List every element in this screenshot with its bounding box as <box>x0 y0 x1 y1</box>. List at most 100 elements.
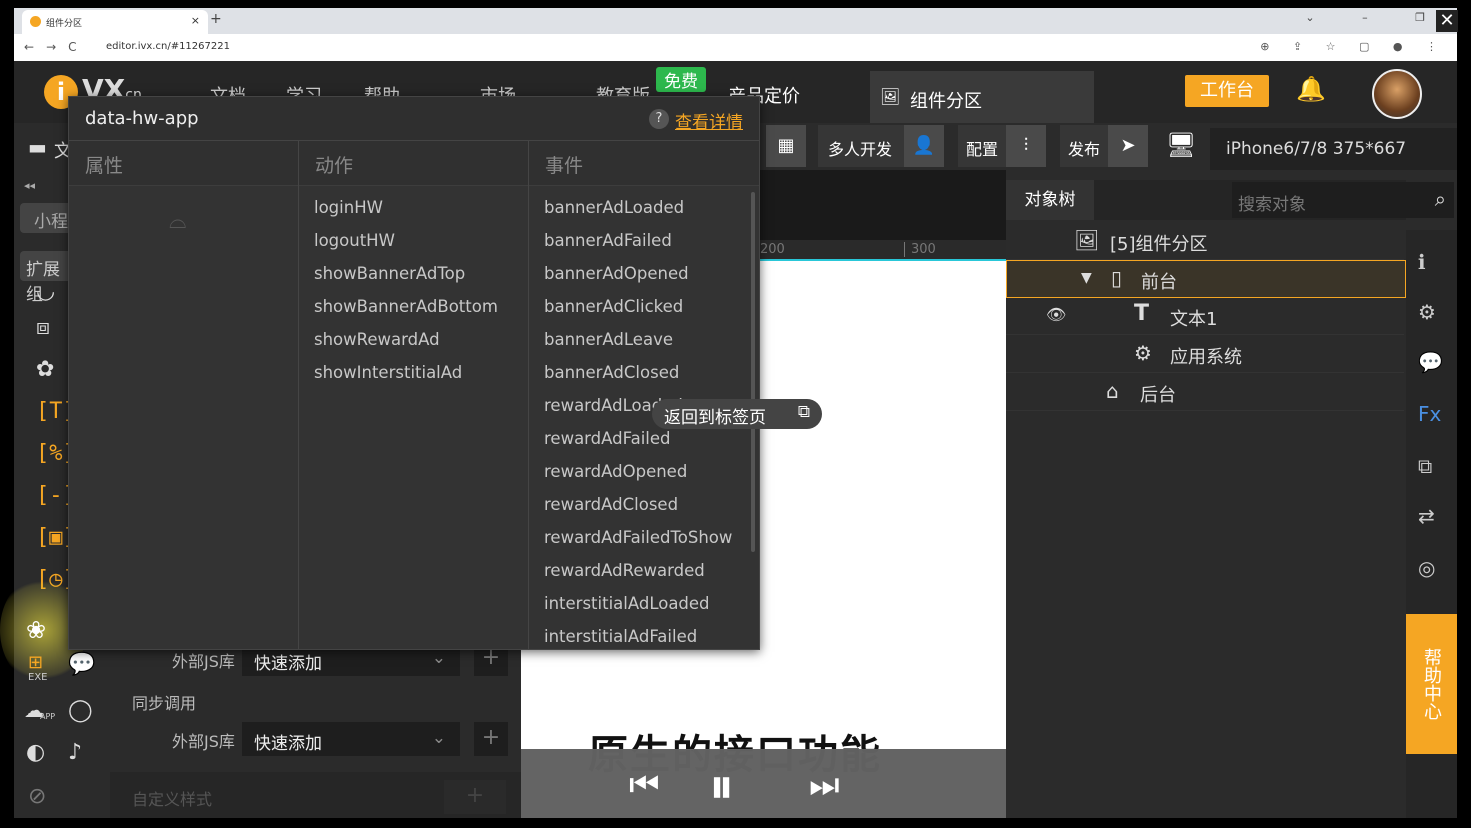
info-icon[interactable]: ℹ <box>1418 250 1426 274</box>
pause-icon[interactable]: ⏸ <box>709 757 734 816</box>
video-player-controls: ⏮ ⏸ ⏭ <box>521 749 1006 818</box>
compass-icon[interactable]: ⊘ <box>28 784 46 809</box>
col-header-actions: 动作 <box>299 141 528 186</box>
chat-icon[interactable]: 💬 <box>1418 350 1443 374</box>
new-tab-button[interactable]: + <box>210 11 222 27</box>
send-icon: ➤ <box>1108 125 1148 167</box>
function-icon[interactable]: Fx <box>1418 402 1441 426</box>
event-item[interactable]: bannerAdFailed <box>544 231 672 250</box>
tab-object-tree[interactable]: 对象树 <box>1006 180 1094 220</box>
event-item[interactable]: rewardAdFailedToShow <box>544 528 732 547</box>
multi-dev-label: 多人开发 <box>828 140 893 159</box>
extension-tab[interactable]: 扩展组 <box>20 251 72 305</box>
avatar[interactable] <box>1372 69 1422 119</box>
event-item[interactable]: bannerAdClicked <box>544 297 683 316</box>
event-item[interactable]: bannerAdLoaded <box>544 198 684 217</box>
forward-icon[interactable]: → <box>46 40 68 54</box>
config-button[interactable]: 配置 ⫶ <box>958 125 1046 167</box>
help-center-button[interactable]: 帮助中心 <box>1406 614 1457 754</box>
windows-icon[interactable]: ⊞ <box>28 652 43 673</box>
action-item[interactable]: logoutHW <box>314 231 395 250</box>
chat-bubble-icon[interactable]: ◯ <box>68 698 93 723</box>
qrcode-icon: ▦ <box>766 125 806 167</box>
mini-program-tab[interactable]: 小程 <box>20 203 72 233</box>
event-item[interactable]: bannerAdClosed <box>544 363 679 382</box>
workbench-button[interactable]: 工作台 <box>1185 75 1269 107</box>
tiktok-icon[interactable]: ♪ <box>68 740 82 765</box>
device-select[interactable]: iPhone6/7/8 375*667 <box>1210 128 1457 170</box>
action-item[interactable]: showRewardAd <box>314 330 440 349</box>
transfer-icon[interactable]: ⇄ <box>1418 504 1435 528</box>
search-object-input[interactable]: 搜索对象 ⌕ <box>1232 182 1454 218</box>
question-icon[interactable]: ? <box>649 109 669 129</box>
tab-component-zone[interactable]: 🖼 组件分区 <box>870 71 1094 123</box>
tree-row-text1[interactable]: 👁 T 文本1 <box>1006 298 1404 335</box>
event-item[interactable]: bannerAdOpened <box>544 264 689 283</box>
column-divider <box>298 141 299 649</box>
add-style-button[interactable]: + <box>444 780 506 814</box>
window-controls[interactable]: ⌄ – ❐ <box>1305 11 1447 24</box>
wechat-icon[interactable]: 💬 <box>68 652 95 677</box>
tab-strip: 组件分区 × + ⌄ – ❐ <box>14 8 1457 34</box>
nav-buttons[interactable]: ←→C <box>24 40 89 54</box>
arc-icon[interactable]: ◡ <box>36 279 55 304</box>
events-scrollbar[interactable] <box>751 192 755 552</box>
action-item[interactable]: showBannerAdBottom <box>314 297 498 316</box>
event-item[interactable]: rewardAdRewarded <box>544 561 705 580</box>
multi-dev-button[interactable]: 多人开发 👤 <box>818 125 944 167</box>
popover-header: data-hw-app ? 查看详情 <box>69 97 759 141</box>
url-text[interactable]: editor.ivx.cn/#11267221 <box>106 41 230 52</box>
return-to-tab-toast[interactable]: 返回到标签页 ⧉ <box>652 399 822 429</box>
folder-icon[interactable]: ▬ <box>28 135 47 159</box>
event-item[interactable]: rewardAdClosed <box>544 495 678 514</box>
back-icon[interactable]: ← <box>24 40 46 54</box>
sliders-icon: ⫶ <box>1006 125 1046 167</box>
huawei-icon[interactable]: ❀ <box>26 616 46 644</box>
component-name: data-hw-app <box>85 108 199 129</box>
app-label: APP <box>40 712 56 721</box>
tree-row-back[interactable]: ⌂ 后台 <box>1006 374 1404 411</box>
tree-row-app-system[interactable]: ⚙ 应用系统 <box>1006 336 1404 373</box>
eye-icon[interactable]: 👁 <box>1046 305 1066 324</box>
bell-icon[interactable]: 🔔 <box>1296 75 1326 103</box>
browser-tab[interactable]: 组件分区 × <box>22 10 208 34</box>
qrcode-button[interactable]: ▦ <box>766 125 806 167</box>
publish-label: 发布 <box>1068 140 1101 159</box>
add-button-2[interactable]: + <box>474 722 508 756</box>
flower-icon[interactable]: ✿ <box>36 357 54 382</box>
action-item[interactable]: showBannerAdTop <box>314 264 465 283</box>
bird-icon[interactable]: ◐ <box>26 740 45 765</box>
col-header-events: 事件 <box>529 141 759 186</box>
next-icon[interactable]: ⏭ <box>809 765 840 805</box>
browser-tools-icon[interactable]: ⊕ ⇪ ☆ ▢ ● ⋮ <box>1260 40 1447 53</box>
tree-row-root[interactable]: 🖼 [5]组件分区 <box>1006 223 1404 260</box>
reload-icon[interactable]: C <box>68 40 88 54</box>
address-bar[interactable]: ←→C editor.ivx.cn/#11267221 ⊕ ⇪ ☆ ▢ ● ⋮ <box>14 34 1457 61</box>
event-item[interactable]: bannerAdLeave <box>544 330 673 349</box>
previous-icon[interactable]: ⏮ <box>629 765 660 805</box>
collapse-icon[interactable]: ◂◂ <box>24 179 35 192</box>
target-icon[interactable]: ◎ <box>1418 556 1435 580</box>
tab-label: 组件分区 <box>910 91 982 112</box>
device-icon-button[interactable]: 🖥 <box>1160 125 1208 167</box>
publish-button[interactable]: 发布 ➤ <box>1060 125 1148 167</box>
chevron-down-icon: ⌄ <box>431 728 446 748</box>
tree-row-front[interactable]: ▼ ▯ 前台 <box>1006 260 1406 298</box>
quick-add-select-2[interactable]: 快速添加 ⌄ <box>242 722 460 756</box>
event-item[interactable]: interstitialAdLoaded <box>544 594 710 613</box>
action-item[interactable]: loginHW <box>314 198 383 217</box>
settings-icon[interactable]: ⚙ <box>1418 300 1436 324</box>
view-details-link[interactable]: 查看详情 <box>675 108 743 133</box>
search-icon[interactable]: ⌕ <box>1435 187 1446 211</box>
config-label: 配置 <box>966 140 999 159</box>
event-item[interactable]: rewardAdOpened <box>544 462 687 481</box>
close-icon[interactable]: ✕ <box>1436 10 1458 32</box>
event-item[interactable]: rewardAdFailed <box>544 429 671 448</box>
screen-icon[interactable]: ⧈ <box>36 315 50 340</box>
caret-down-icon[interactable]: ▼ <box>1081 270 1092 286</box>
tab-close-icon[interactable]: × <box>191 14 200 27</box>
action-item[interactable]: showInterstitialAd <box>314 363 462 382</box>
event-item[interactable]: interstitialAdFailed <box>544 627 697 646</box>
backend-icon: ⌂ <box>1106 379 1119 403</box>
copy-icon[interactable]: ⧉ <box>1418 454 1432 478</box>
